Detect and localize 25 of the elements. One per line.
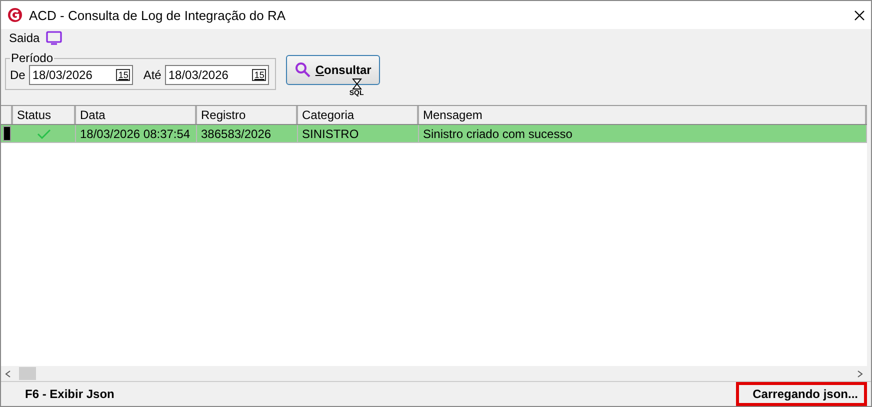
calendar-button[interactable]: 15 (116, 69, 130, 81)
table-cell: 386583/2026 (197, 125, 298, 142)
field-label: De (10, 68, 26, 82)
status-text: F6 - Exibir Json (25, 387, 114, 401)
close-icon[interactable] (854, 10, 865, 20)
table-cell: 18/03/2026 08:37:54 (76, 125, 197, 142)
app-logo-icon (7, 7, 23, 23)
scroll-left-icon[interactable] (5, 370, 11, 378)
table-cell: SINISTRO (298, 125, 419, 142)
monitor-icon[interactable] (46, 31, 62, 45)
row-indicator (3, 126, 11, 141)
scroll-thumb[interactable] (19, 367, 36, 380)
loading-status: Carregando json... (736, 382, 867, 406)
horizontal-scrollbar[interactable] (1, 366, 867, 381)
search-icon (295, 62, 312, 78)
group-label: Período (10, 51, 54, 65)
field-label: Até (143, 68, 162, 82)
table-row[interactable]: 18/03/2026 08:37:54 386583/2026 SINISTRO Sinistro criado com sucesso (1, 125, 867, 143)
scroll-right-icon[interactable] (857, 370, 863, 378)
window-title: ACD - Consulta de Log de Integração do RA (29, 8, 287, 22)
menu-item[interactable]: Saida (9, 31, 40, 45)
date-field[interactable]: 18/03/2026 15 (165, 65, 270, 85)
date-field[interactable]: 18/03/2026 15 (29, 65, 134, 85)
calendar-button[interactable]: 15 (252, 69, 266, 81)
table-cell: Sinistro criado com sucesso (419, 125, 867, 142)
